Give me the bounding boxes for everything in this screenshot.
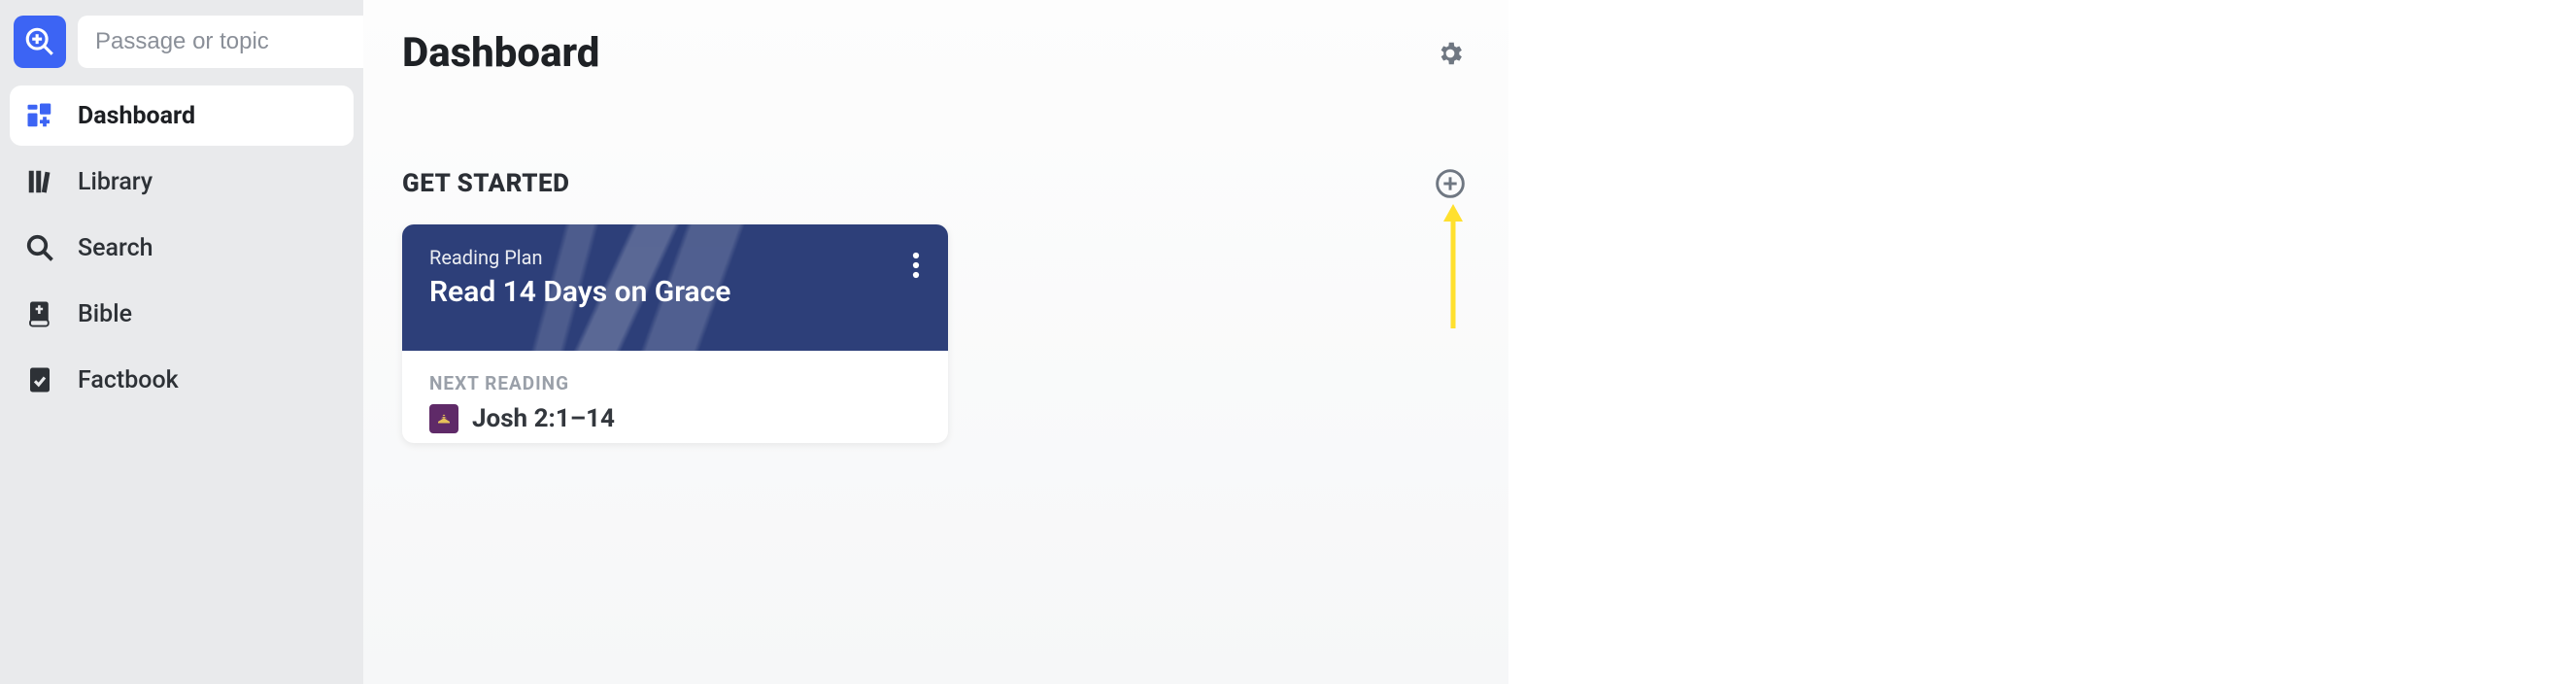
card-banner: Reading Plan Read 14 Days on Grace <box>402 224 948 351</box>
kebab-icon <box>912 251 920 280</box>
card-menu-button[interactable] <box>901 246 931 285</box>
settings-button[interactable] <box>1431 34 1470 73</box>
annotation-arrow <box>1439 204 1468 330</box>
sidebar: Dashboard Library Search <box>0 0 363 684</box>
reading-plan-card[interactable]: Reading Plan Read 14 Days on Grace NEXT … <box>402 224 948 443</box>
reading-row[interactable]: Josh 2:1–14 <box>429 404 921 433</box>
card-title: Read 14 Days on Grace <box>429 275 921 309</box>
sidebar-item-label: Dashboard <box>78 102 195 130</box>
sidebar-top-row <box>10 10 354 80</box>
sidebar-item-bible[interactable]: Bible <box>10 284 354 344</box>
gear-icon <box>1436 39 1465 68</box>
sidebar-item-label: Bible <box>78 300 132 328</box>
next-reading-label: NEXT READING <box>429 372 921 394</box>
sidebar-item-label: Search <box>78 234 153 262</box>
sidebar-item-search[interactable]: Search <box>10 218 354 278</box>
section-title: GET STARTED <box>402 169 569 198</box>
factbook-icon <box>23 363 56 396</box>
book-badge-icon <box>429 404 458 433</box>
sidebar-item-library[interactable]: Library <box>10 152 354 212</box>
page-title: Dashboard <box>402 29 599 77</box>
library-icon <box>23 165 56 198</box>
search-icon <box>23 231 56 264</box>
section-header: GET STARTED <box>402 164 1470 203</box>
main-header: Dashboard <box>402 29 1470 77</box>
reading-reference: Josh 2:1–14 <box>472 404 615 433</box>
empty-right-region <box>1508 0 2576 684</box>
dashboard-icon <box>23 99 56 132</box>
add-card-button[interactable] <box>1431 164 1470 203</box>
sidebar-item-label: Factbook <box>78 366 179 394</box>
bible-icon <box>23 297 56 330</box>
main-content: Dashboard GET STARTED Reading Plan Read … <box>363 0 1508 684</box>
card-body: NEXT READING Josh 2:1–14 <box>402 351 948 443</box>
sidebar-item-label: Library <box>78 168 153 196</box>
sidebar-item-factbook[interactable]: Factbook <box>10 350 354 410</box>
app-logo-icon[interactable] <box>14 16 66 68</box>
plus-circle-icon <box>1435 168 1466 199</box>
sidebar-item-dashboard[interactable]: Dashboard <box>10 86 354 146</box>
card-subtitle: Reading Plan <box>429 246 921 269</box>
